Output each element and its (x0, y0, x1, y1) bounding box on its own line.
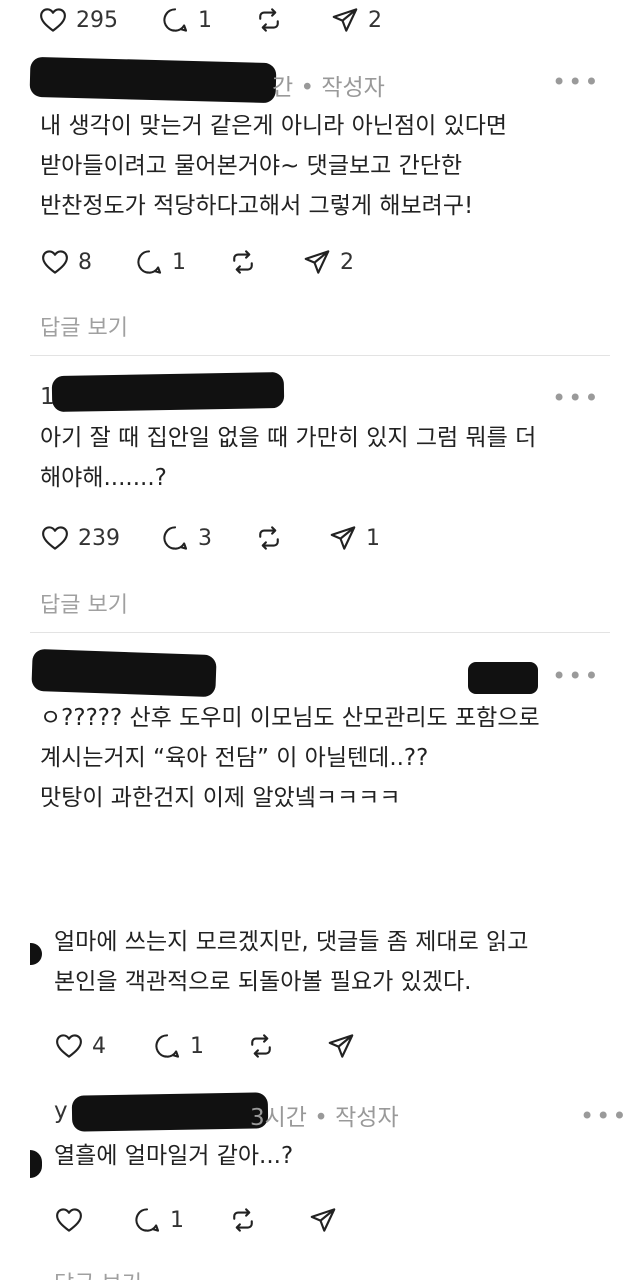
like-count: 4 (92, 1033, 106, 1059)
redacted-username (31, 648, 217, 698)
share-button[interactable]: 1 (328, 518, 380, 558)
divider (30, 355, 610, 356)
comment-text: 얼마에 쓰는지 모르겠지만, 댓글들 좀 제대로 읽고 본인을 객관적으로 되돌… (54, 922, 528, 1002)
repost-icon (233, 250, 253, 274)
comment-button[interactable]: 1 (132, 1200, 184, 1240)
more-options-icon[interactable]: ••• (580, 1104, 628, 1128)
share-button[interactable] (326, 1026, 356, 1066)
more-options-icon[interactable]: ••• (552, 70, 600, 94)
comment-text: ㅇ????? 산후 도우미 이모님도 산모관리도 포함으로 계시는거지 “육아 … (40, 698, 540, 818)
comment-line: 계시는거지 “육아 전담” 이 아닐텐데..?? (40, 745, 429, 771)
comment-actions: 1 (54, 1200, 454, 1240)
comment-line: 맛탕이 과한건지 이제 알았넼ㅋㅋㅋㅋ (40, 785, 401, 811)
comment-text: 아기 잘 때 집안일 없을 때 가만히 있지 그럼 뭐를 더 해야해......… (40, 418, 536, 498)
heart-icon (40, 8, 66, 32)
comment-meta: 간 • 작성자 (272, 75, 385, 101)
comment-text: 내 생각이 맞는거 같은게 아니라 아닌점이 있다면 받아들이려고 물어본거야~… (40, 106, 507, 226)
like-count: 239 (78, 525, 120, 551)
redacted-username (51, 371, 285, 413)
repost-icon (251, 1034, 271, 1058)
comment-meta: y (54, 1098, 68, 1124)
comment-actions: 239 3 1 (40, 518, 440, 558)
share-count: 2 (368, 7, 382, 33)
like-button[interactable]: 295 (38, 0, 118, 40)
comment-count: 1 (190, 1033, 204, 1059)
comment-meta: 3시간 • 작성자 (250, 1105, 399, 1131)
comment-actions: 8 1 2 (40, 242, 440, 282)
view-replies-link[interactable]: 답글 보기 (40, 587, 128, 619)
comment-button[interactable]: 3 (160, 518, 212, 558)
comment-line: 해야해.......? (40, 465, 167, 491)
redacted-username (71, 1092, 269, 1132)
repost-icon (259, 8, 279, 32)
repost-button[interactable] (254, 0, 284, 40)
comment-icon (135, 1208, 160, 1232)
send-icon (332, 8, 358, 32)
heart-icon (56, 1208, 82, 1232)
redacted-badge (468, 662, 538, 694)
comment-line: 얼마에 쓰는지 모르겠지만, 댓글들 좀 제대로 읽고 (54, 929, 529, 955)
comment-line: ㅇ????? 산후 도우미 이모님도 산모관리도 포함으로 (40, 705, 540, 731)
heart-icon (56, 1034, 82, 1058)
comment-line: 본인을 객관적으로 되돌아볼 필요가 있겠다. (54, 969, 472, 995)
view-replies-link[interactable]: 답글 보기 (54, 1266, 142, 1280)
comment-icon (137, 250, 162, 274)
avatar (30, 943, 42, 965)
top-action-bar: 295 1 2 (38, 0, 438, 40)
repost-icon (259, 526, 279, 550)
comment-icon (163, 526, 188, 550)
divider (30, 632, 610, 633)
comment-count: 3 (198, 525, 212, 551)
avatar (30, 1150, 42, 1178)
comment-line: 받아들이려고 물어본거야~ 댓글보고 간단한 (40, 153, 463, 179)
like-button[interactable]: 8 (40, 242, 92, 282)
comment-button[interactable]: 1 (134, 242, 186, 282)
send-icon (310, 1208, 336, 1232)
send-icon (330, 526, 356, 550)
heart-icon (42, 526, 68, 550)
like-button[interactable]: 239 (40, 518, 120, 558)
comment-text: 열흘에 얼마일거 같아...? (54, 1136, 293, 1176)
view-replies-link[interactable]: 답글 보기 (40, 310, 128, 342)
share-count: 1 (366, 525, 380, 551)
like-button[interactable] (54, 1200, 84, 1240)
repost-button[interactable] (246, 1026, 276, 1066)
thread-screen: 295 1 2 간 • 작성자 ••• 내 생각이 맞는거 같은게 아니라 아닌… (0, 0, 640, 1280)
share-button[interactable]: 2 (302, 242, 354, 282)
heart-icon (42, 250, 68, 274)
more-options-icon[interactable]: ••• (552, 386, 600, 410)
comment-icon (155, 1034, 180, 1058)
share-count: 2 (340, 249, 354, 275)
comment-line: 반찬정도가 적당하다고해서 그렇게 해보려구! (40, 193, 474, 219)
redacted-username (29, 56, 277, 104)
share-button[interactable] (308, 1200, 338, 1240)
repost-button[interactable] (228, 242, 258, 282)
comment-count: 1 (170, 1207, 184, 1233)
comment-line: 내 생각이 맞는거 같은게 아니라 아닌점이 있다면 (40, 113, 508, 139)
repost-icon (233, 1208, 253, 1232)
send-icon (328, 1034, 354, 1058)
repost-button[interactable] (228, 1200, 258, 1240)
comment-count: 1 (172, 249, 186, 275)
like-button[interactable]: 4 (54, 1026, 106, 1066)
repost-button[interactable] (254, 518, 284, 558)
comment-button[interactable]: 1 (160, 0, 212, 40)
comment-line: 열흘에 얼마일거 같아...? (54, 1143, 294, 1169)
comment-button[interactable]: 1 (152, 1026, 204, 1066)
send-icon (304, 250, 330, 274)
share-button[interactable]: 2 (330, 0, 382, 40)
like-count: 295 (76, 7, 118, 33)
comment-actions: 4 1 (54, 1026, 454, 1066)
comment-count: 1 (198, 7, 212, 33)
comment-icon (163, 8, 188, 32)
comment-line: 아기 잘 때 집안일 없을 때 가만히 있지 그럼 뭐를 더 (40, 425, 537, 451)
like-count: 8 (78, 249, 92, 275)
more-options-icon[interactable]: ••• (552, 664, 600, 688)
